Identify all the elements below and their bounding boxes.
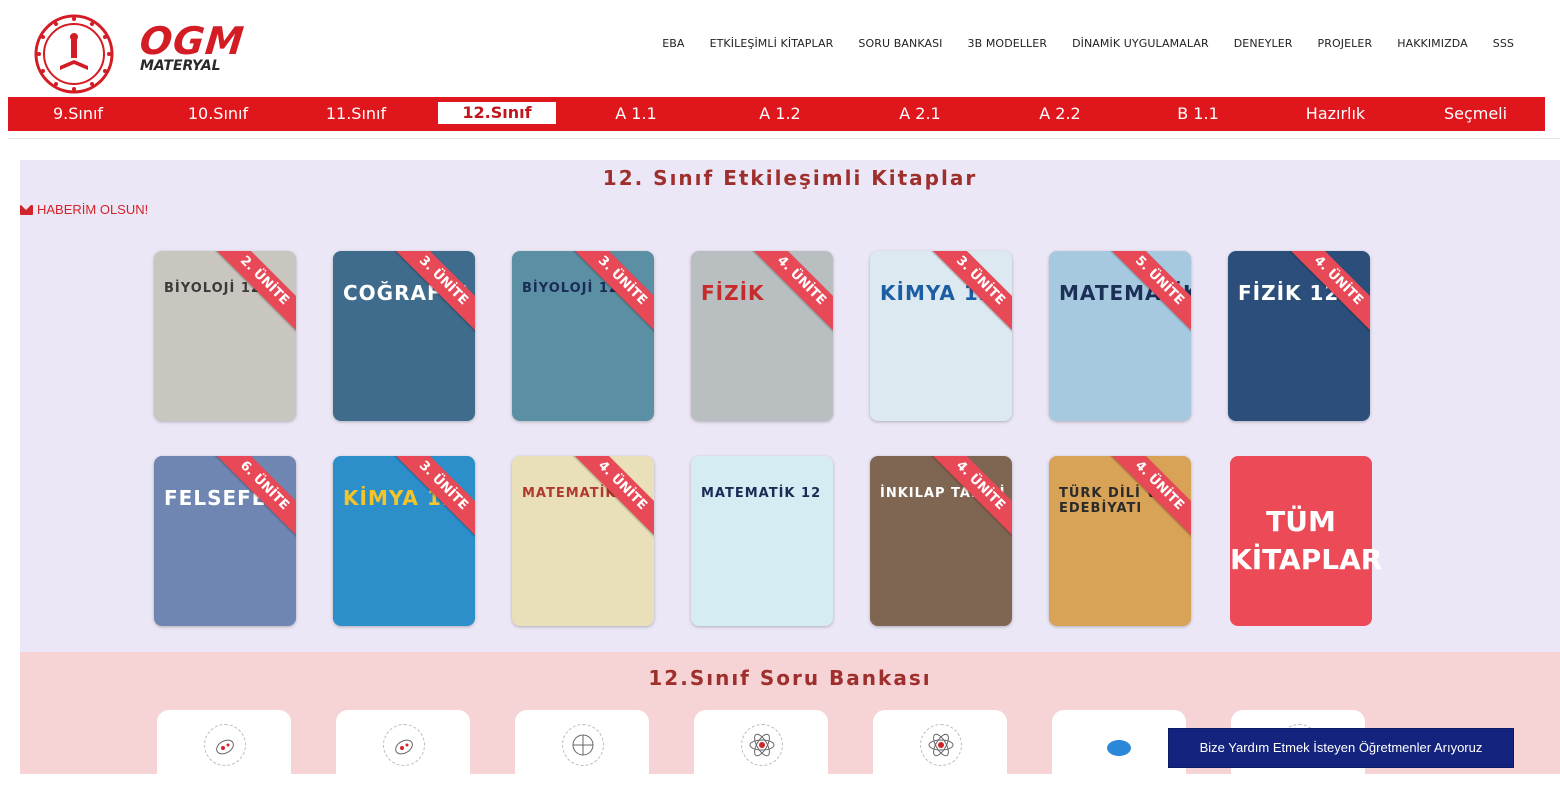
question-bank-card[interactable] xyxy=(515,710,649,790)
book-cover-title: FİZİK xyxy=(701,281,765,305)
book-cover[interactable]: MATEMATİK 12 xyxy=(691,456,833,626)
nav-eba[interactable]: EBA xyxy=(662,37,684,50)
grade-tab-12-active[interactable]: 12.Sınıf xyxy=(438,102,556,124)
grade-tab-a12[interactable]: A 1.2 xyxy=(740,97,820,131)
nav-interactive-books[interactable]: ETKİLEŞİMLİ KİTAPLAR xyxy=(710,37,834,50)
grade-tab-b11[interactable]: B 1.1 xyxy=(1158,97,1238,131)
book-cover-title: BİYOLOJİ 12 xyxy=(522,281,619,296)
nav-experiments[interactable]: DENEYLER xyxy=(1234,37,1293,50)
grade-tab-a22[interactable]: A 2.2 xyxy=(1020,97,1100,131)
grade-tab-9[interactable]: 9.Sınıf xyxy=(38,97,118,131)
header-divider xyxy=(8,138,1560,139)
nav-dynamic-apps[interactable]: DİNAMİK UYGULAMALAR xyxy=(1072,37,1209,50)
book-cover[interactable]: BİYOLOJİ 12 3. ÜNİTE xyxy=(512,251,654,421)
nav-3d-models[interactable]: 3B MODELLER xyxy=(968,37,1048,50)
book-cover[interactable]: MATEMATİK 12 4. ÜNİTE xyxy=(512,456,654,626)
atom-icon xyxy=(741,724,783,766)
book-cover[interactable]: FİZİK 12 4. ÜNİTE xyxy=(1228,251,1370,421)
help-teachers-button[interactable]: Bize Yardım Etmek İsteyen Öğretmenler Ar… xyxy=(1168,728,1514,768)
globe-icon xyxy=(562,724,604,766)
all-books-line-1: TÜM xyxy=(1266,505,1336,538)
atom-icon xyxy=(920,724,962,766)
nav-projects[interactable]: PROJELER xyxy=(1318,37,1373,50)
grade-tab-10[interactable]: 10.Sınıf xyxy=(178,97,258,131)
brand-logo[interactable]: OGM MATERYAL xyxy=(137,19,247,74)
interactive-books-section: 12. Sınıf Etkileşimli Kitaplar HABERİM O… xyxy=(20,160,1560,652)
grade-tab-a21[interactable]: A 2.1 xyxy=(880,97,960,131)
brand-name: OGM xyxy=(137,19,247,63)
envelope-icon xyxy=(20,204,33,215)
book-cover[interactable]: COĞRAFYA 3. ÜNİTE xyxy=(333,251,475,421)
question-bank-card[interactable] xyxy=(1052,710,1186,790)
grade-tab-elective[interactable]: Seçmeli xyxy=(1428,97,1523,131)
book-cover[interactable]: FİZİK 4. ÜNİTE xyxy=(691,251,833,421)
question-bank-card[interactable] xyxy=(694,710,828,790)
grade-tab-preparation[interactable]: Hazırlık xyxy=(1288,97,1383,131)
question-bank-card[interactable] xyxy=(873,710,1007,790)
nav-about[interactable]: HAKKIMIZDA xyxy=(1397,37,1468,50)
question-bank-card[interactable] xyxy=(336,710,470,790)
book-cover[interactable]: KİMYA 12 3. ÜNİTE xyxy=(870,251,1012,421)
question-bank-card[interactable] xyxy=(157,710,291,790)
top-navigation: EBA ETKİLEŞİMLİ KİTAPLAR SORU BANKASI 3B… xyxy=(637,37,1514,50)
all-books-line-2: KİTAPLAR xyxy=(1230,543,1383,576)
book-cover[interactable]: TÜRK DİLİ VE EDEBİYATI 4. ÜNİTE xyxy=(1049,456,1191,626)
notify-me-link[interactable]: HABERİM OLSUN! xyxy=(20,202,148,217)
nav-question-bank[interactable]: SORU BANKASI xyxy=(858,37,942,50)
all-books-button[interactable]: TÜM KİTAPLAR xyxy=(1230,456,1383,626)
bacteria-icon xyxy=(204,724,246,766)
speech-bubble-icon xyxy=(1099,724,1139,764)
book-cover-title: MATEMATİK 12 xyxy=(701,486,822,501)
bacteria-icon xyxy=(383,724,425,766)
site-header: OGM MATERYAL EBA ETKİLEŞİMLİ KİTAPLAR SO… xyxy=(0,0,1560,96)
book-cover[interactable]: KİMYA 12 3. ÜNİTE xyxy=(333,456,475,626)
book-cover[interactable]: İNKILAP TARİHİ 4. ÜNİTE xyxy=(870,456,1012,626)
grade-navigation-bar: 9.Sınıf 10.Sınıf 11.Sınıf 12.Sınıf A 1.1… xyxy=(8,97,1545,131)
nav-faq[interactable]: SSS xyxy=(1493,37,1514,50)
meb-seal-logo[interactable] xyxy=(30,14,118,94)
section-title: 12. Sınıf Etkileşimli Kitaplar xyxy=(602,166,978,190)
notify-label: HABERİM OLSUN! xyxy=(37,202,149,217)
book-cover[interactable]: MATEMATİK 5. ÜNİTE xyxy=(1049,251,1191,421)
book-cover[interactable]: BİYOLOJİ 12 2. ÜNİTE xyxy=(154,251,296,421)
qbank-title: 12.Sınıf Soru Bankası xyxy=(648,666,932,690)
book-cover[interactable]: FELSEFE 6. ÜNİTE xyxy=(154,456,296,626)
grade-tab-a11[interactable]: A 1.1 xyxy=(596,97,676,131)
book-cover-title: BİYOLOJİ 12 xyxy=(164,281,261,296)
grade-tab-11[interactable]: 11.Sınıf xyxy=(316,97,396,131)
